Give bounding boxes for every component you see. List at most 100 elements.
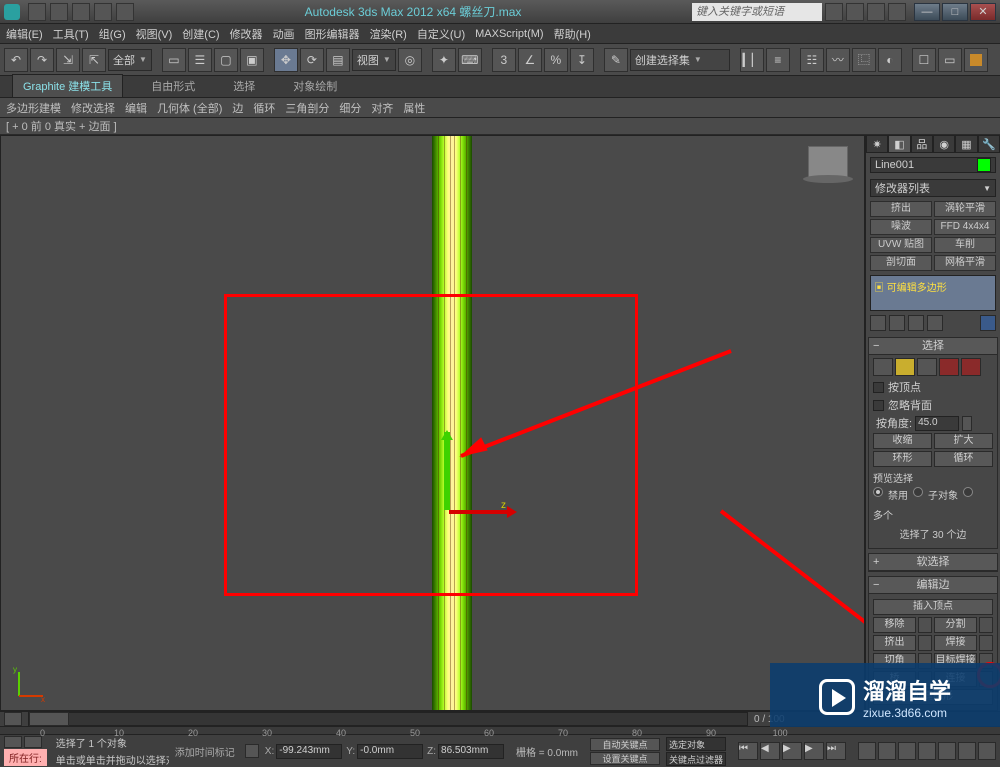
pan-icon[interactable] [938, 742, 956, 760]
next-frame-icon[interactable]: ▶ [804, 742, 824, 760]
align-icon[interactable]: ≡ [766, 48, 790, 72]
app-icon[interactable] [4, 4, 20, 20]
key-selset-dropdown[interactable]: 选定对象 [666, 737, 726, 751]
rg-edit[interactable]: 编辑 [125, 100, 147, 116]
btn-insertvertex[interactable]: 插入顶点 [873, 599, 993, 615]
menu-grapheditor[interactable]: 图形编辑器 [305, 26, 360, 42]
selection-filter-dropdown[interactable]: 全部▼ [108, 49, 152, 71]
redo-icon[interactable]: ↷ [30, 48, 54, 72]
tab-utilities-icon[interactable]: 🔧 [978, 135, 1000, 153]
qat-open-icon[interactable] [50, 3, 68, 21]
goto-start-icon[interactable]: ⏮ [738, 742, 758, 760]
menu-modifiers[interactable]: 修改器 [230, 26, 263, 42]
keyboard-shortcut-icon[interactable]: ⌨ [458, 48, 482, 72]
render-frame-icon[interactable]: ▭ [938, 48, 962, 72]
mirror-icon[interactable]: ▎▏ [740, 48, 764, 72]
ribbon-tab-objectpaint[interactable]: 对象绘制 [283, 75, 347, 97]
zoom-extents-icon[interactable] [898, 742, 916, 760]
lock-selection-icon[interactable] [245, 744, 259, 758]
setkey-button[interactable]: 设置关键点 [590, 752, 660, 765]
rg-loop[interactable]: 循环 [253, 100, 275, 116]
btn-ring[interactable]: 环形 [873, 451, 932, 467]
menu-edit[interactable]: 编辑(E) [6, 26, 43, 42]
infocenter-help-icon[interactable] [888, 3, 906, 21]
tab-motion-icon[interactable]: ◉ [933, 135, 955, 153]
btn-remove[interactable]: 移除 [873, 617, 916, 633]
fov-icon[interactable] [918, 742, 936, 760]
qat-redo-icon[interactable] [116, 3, 134, 21]
so-edge-icon[interactable] [895, 358, 915, 376]
rg-props[interactable]: 属性 [403, 100, 425, 116]
stack-remove-icon[interactable] [927, 315, 943, 331]
angle-snap-icon[interactable]: ∠ [518, 48, 542, 72]
window-crossing-icon[interactable]: ▣ [240, 48, 264, 72]
angle-spinner-buttons[interactable] [962, 416, 972, 431]
y-field[interactable]: -0.0mm [357, 744, 423, 759]
edit-named-sel-icon[interactable]: ✎ [604, 48, 628, 72]
tab-create-icon[interactable]: ✷ [866, 135, 888, 153]
add-time-tag[interactable]: 添加时间标记 [175, 744, 235, 759]
help-search-input[interactable]: 键入关键字或短语 [692, 3, 822, 21]
menu-create[interactable]: 创建(C) [182, 26, 219, 42]
time-slider-thumb[interactable] [29, 712, 69, 726]
menu-customize[interactable]: 自定义(U) [417, 26, 465, 42]
link-icon[interactable]: ⇲ [56, 48, 80, 72]
mod-lathe[interactable]: 车削 [934, 237, 996, 253]
spinner-snap-icon[interactable]: ↧ [570, 48, 594, 72]
ribbon-tab-graphite[interactable]: Graphite 建模工具 [12, 74, 123, 97]
maximize-button[interactable]: □ [942, 3, 968, 21]
qat-save-icon[interactable] [72, 3, 90, 21]
minimize-button[interactable]: — [914, 3, 940, 21]
angle-spinner[interactable]: 45.0 [915, 416, 959, 431]
btn-weld[interactable]: 焊接 [934, 635, 977, 651]
btn-grow[interactable]: 扩大 [934, 433, 993, 449]
rg-tri[interactable]: 三角剖分 [285, 100, 329, 116]
undo-icon[interactable]: ↶ [4, 48, 28, 72]
gizmo-y-axis[interactable] [444, 432, 450, 510]
x-field[interactable]: -99.243mm [276, 744, 342, 759]
z-field[interactable]: 86.503mm [438, 744, 504, 759]
menu-rendering[interactable]: 渲染(R) [370, 26, 407, 42]
zoom-icon[interactable] [858, 742, 876, 760]
move-icon[interactable]: ✥ [274, 48, 298, 72]
btn-extrude-set[interactable] [918, 635, 932, 651]
timeline-ruler[interactable]: 01020 304050 607080 90100 [0, 727, 1000, 735]
viewport[interactable]: z y x [0, 135, 865, 711]
stack-pin-icon[interactable] [870, 315, 886, 331]
zoom-all-icon[interactable] [878, 742, 896, 760]
viewport-label[interactable]: [ + 0 前 0 真实 + 边面 ] [0, 118, 1000, 135]
qat-new-icon[interactable] [28, 3, 46, 21]
select-region-icon[interactable]: ▢ [214, 48, 238, 72]
modifier-list-dropdown[interactable]: 修改器列表▼ [870, 179, 996, 197]
timeslider-left-icon[interactable] [4, 712, 22, 726]
rg-edge[interactable]: 边 [232, 100, 243, 116]
rg-subdiv[interactable]: 细分 [339, 100, 361, 116]
maximize-vp-icon[interactable] [978, 742, 996, 760]
infocenter-search-icon[interactable] [825, 3, 843, 21]
object-name-field[interactable]: Line001 [870, 157, 996, 173]
layers-icon[interactable]: ☷ [800, 48, 824, 72]
btn-loop[interactable]: 循环 [934, 451, 993, 467]
radio-off[interactable] [873, 487, 883, 497]
rg-geomall[interactable]: 几何体 (全部) [157, 100, 222, 116]
radio-multi[interactable] [963, 487, 973, 497]
rotate-icon[interactable]: ⟳ [300, 48, 324, 72]
ribbon-tab-freeform[interactable]: 自由形式 [141, 75, 205, 97]
btn-remove-set[interactable] [918, 617, 932, 633]
btn-weld-set[interactable] [979, 635, 993, 651]
tab-hierarchy-icon[interactable]: 品 [911, 135, 933, 153]
btn-shrink[interactable]: 收缩 [873, 433, 932, 449]
mod-uvwmap[interactable]: UVW 贴图 [870, 237, 932, 253]
so-polygon-icon[interactable] [939, 358, 959, 376]
btn-split[interactable]: 分割 [934, 617, 977, 633]
time-slider[interactable] [28, 712, 748, 726]
rg-polymodel[interactable]: 多边形建模 [6, 100, 61, 116]
menu-views[interactable]: 视图(V) [136, 26, 173, 42]
infocenter-star-icon[interactable] [846, 3, 864, 21]
pivot-icon[interactable]: ◎ [398, 48, 422, 72]
orbit-icon[interactable] [958, 742, 976, 760]
infocenter-signin-icon[interactable] [867, 3, 885, 21]
percent-snap-icon[interactable]: % [544, 48, 568, 72]
mod-ffd[interactable]: FFD 4x4x4 [934, 219, 996, 235]
prev-frame-icon[interactable]: ◀ [760, 742, 780, 760]
